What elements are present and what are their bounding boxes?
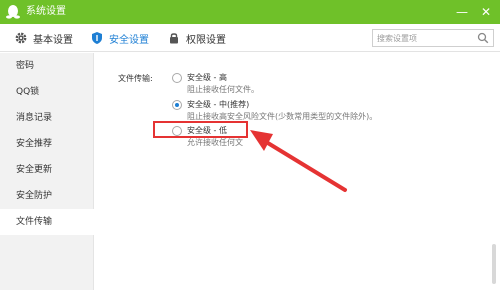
- tab-security-settings[interactable]: 安全设置: [90, 24, 149, 52]
- radio-button-checked[interactable]: [172, 100, 182, 110]
- sidebar-item-security-recommend[interactable]: 安全推荐: [0, 131, 94, 157]
- tab-label: 基本设置: [33, 34, 73, 46]
- close-button[interactable]: ✕: [478, 4, 494, 20]
- tab-label: 安全设置: [109, 34, 149, 46]
- lock-icon: [170, 33, 178, 44]
- option-title: 安全级 - 中(推荐): [187, 100, 250, 109]
- tab-permission-settings[interactable]: 权限设置: [167, 24, 226, 52]
- settings-tab-bar: 基本设置 安全设置 权限设置: [0, 24, 500, 52]
- qq-penguin-icon: [6, 5, 20, 19]
- sidebar-item-security-update[interactable]: 安全更新: [0, 157, 94, 183]
- option-description: 允许接收任何文: [187, 138, 243, 147]
- file-transfer-panel: 文件传输: 安全级 - 高 阻止接收任何文件。 安全级 - 中(推荐) 阻止接收…: [95, 53, 500, 290]
- search-box: [372, 29, 494, 47]
- annotation-highlight-box: [153, 121, 248, 138]
- search-input[interactable]: [373, 30, 473, 46]
- window-title: 系统设置: [26, 6, 66, 17]
- title-bar: 系统设置 — ✕: [0, 0, 500, 24]
- sidebar-item-security-protection[interactable]: 安全防护: [0, 183, 94, 209]
- option-title: 安全级 - 高: [187, 73, 227, 82]
- sidebar-item-message-history[interactable]: 消息记录: [0, 105, 94, 131]
- sidebar-item-password[interactable]: 密码: [0, 53, 94, 79]
- search-icon[interactable]: [477, 32, 489, 44]
- tab-basic-settings[interactable]: 基本设置: [14, 24, 73, 52]
- gear-icon: [15, 32, 27, 44]
- sidebar-item-qq-lock[interactable]: QQ锁: [0, 79, 94, 105]
- sidebar-item-file-transfer[interactable]: 文件传输: [0, 209, 95, 235]
- option-description: 阻止接收任何文件。: [187, 85, 259, 94]
- settings-sidebar: 密码 QQ锁 消息记录 安全推荐 安全更新 安全防护 文件传输: [0, 53, 95, 290]
- shield-icon: [92, 32, 102, 44]
- radio-button[interactable]: [172, 73, 182, 83]
- tab-label: 权限设置: [186, 34, 226, 46]
- minimize-button[interactable]: —: [454, 4, 470, 20]
- file-transfer-label: 文件传输:: [118, 74, 153, 83]
- scrollbar-thumb[interactable]: [492, 244, 496, 284]
